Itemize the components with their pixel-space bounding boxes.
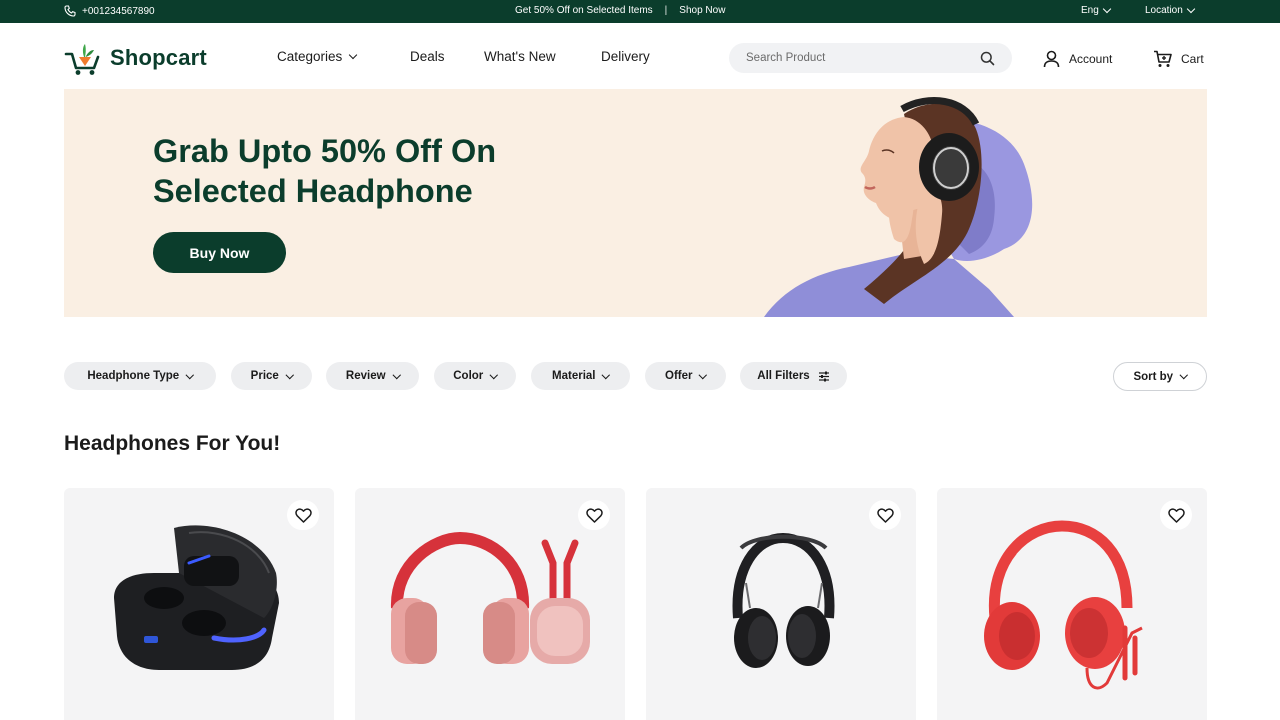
chevron-down-icon (1179, 371, 1188, 379)
filter-price[interactable]: Price (231, 362, 312, 390)
chevron-down-icon (392, 370, 401, 379)
hero-headline-line1: Grab Upto 50% Off On (153, 133, 497, 169)
nav-whats-new[interactable]: What's New (484, 49, 556, 64)
section-title: Headphones For You! (64, 432, 281, 455)
sliders-icon (818, 371, 829, 381)
hero-banner: Grab Upto 50% Off On Selected Headphone … (64, 89, 1207, 317)
brand-name: Shopcart (110, 45, 207, 70)
heart-icon (294, 507, 312, 523)
location-selector[interactable]: Location (1145, 4, 1196, 16)
language-selector[interactable]: Eng (1081, 4, 1112, 16)
language-label: Eng (1081, 5, 1099, 16)
chevron-down-icon (490, 370, 498, 379)
heart-icon (1167, 507, 1185, 523)
promo-text: Get 50% Off on Selected Items (515, 5, 653, 16)
filter-color[interactable]: Color (434, 362, 516, 390)
phone-icon (64, 5, 76, 17)
filter-all-filters[interactable]: All Filters (740, 362, 847, 390)
nav-categories[interactable]: Categories (277, 49, 358, 64)
hero-headline-line2: Selected Headphone (153, 173, 473, 209)
heart-icon (876, 507, 894, 523)
chevron-down-icon (699, 370, 708, 379)
favorite-button[interactable] (1160, 500, 1192, 530)
sort-by-dropdown[interactable]: Sort by (1113, 362, 1207, 391)
filter-label: Price (250, 370, 279, 382)
filter-label: Material (552, 370, 596, 382)
sort-by-label: Sort by (1133, 370, 1174, 383)
nav-categories-label: Categories (277, 49, 343, 64)
nav-delivery[interactable]: Delivery (601, 49, 650, 64)
filter-label: Headphone Type (87, 370, 180, 382)
user-icon (1043, 50, 1060, 68)
cart-button[interactable]: Cart (1153, 50, 1204, 68)
product-card[interactable] (937, 488, 1207, 720)
cart-label: Cart (1181, 52, 1204, 66)
filter-review[interactable]: Review (326, 362, 419, 390)
heart-icon (585, 507, 603, 523)
phone-contact[interactable]: +001234567890 (64, 5, 155, 17)
chevron-down-icon (1102, 4, 1112, 14)
account-button[interactable]: Account (1043, 50, 1112, 68)
filter-bar: Headphone Type Price Review Color Materi… (0, 362, 1280, 391)
filter-offer[interactable]: Offer (645, 362, 726, 390)
filter-label: Review (345, 370, 386, 382)
favorite-button[interactable] (578, 500, 610, 530)
search-bar (729, 43, 1012, 73)
phone-number: +001234567890 (82, 5, 155, 17)
buy-now-button[interactable]: Buy Now (153, 232, 286, 273)
product-card[interactable] (64, 488, 334, 720)
chevron-down-icon (1186, 4, 1196, 14)
filter-label: Offer (665, 370, 693, 382)
filter-label: Color (453, 370, 484, 382)
filter-label: All Filters (757, 370, 810, 382)
product-card[interactable] (355, 488, 625, 720)
promo-separator: | (664, 5, 668, 16)
hero-headline: Grab Upto 50% Off On Selected Headphone (153, 131, 673, 211)
favorite-button[interactable] (287, 500, 319, 530)
location-label: Location (1145, 5, 1183, 16)
filter-material[interactable]: Material (531, 362, 630, 390)
chevron-down-icon (349, 50, 358, 60)
cart-icon (1154, 50, 1172, 67)
hero-woman-headphones-image (764, 97, 1033, 317)
site-logo[interactable]: Shopcart (64, 40, 207, 76)
cart-logo-icon (64, 44, 100, 75)
chevron-down-icon (186, 370, 194, 379)
filter-headphone-type[interactable]: Headphone Type (64, 362, 216, 390)
shop-now-link[interactable]: Shop Now (679, 5, 725, 16)
chevron-down-icon (602, 370, 611, 379)
search-icon[interactable] (980, 51, 995, 66)
product-card[interactable] (646, 488, 916, 720)
nav-deals[interactable]: Deals (410, 49, 445, 64)
search-input[interactable] (746, 52, 946, 64)
account-label: Account (1069, 52, 1113, 66)
promo-banner: Get 50% Off on Selected Items | Shop Now (515, 5, 725, 16)
top-bar: +001234567890 Get 50% Off on Selected It… (0, 0, 1280, 23)
chevron-down-icon (285, 370, 294, 379)
favorite-button[interactable] (869, 500, 901, 530)
